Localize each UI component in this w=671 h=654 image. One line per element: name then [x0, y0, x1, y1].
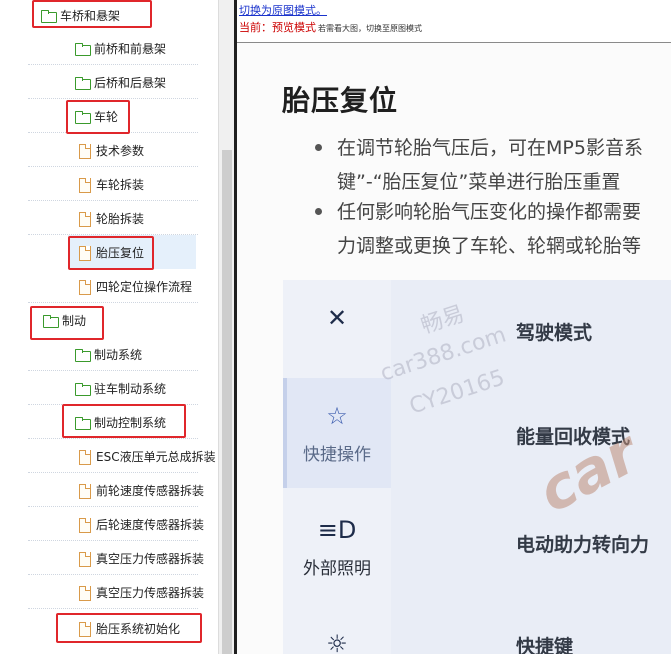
screen-item-label: 快捷操作 — [303, 445, 371, 465]
document-icon — [76, 517, 92, 533]
document-icon — [76, 143, 92, 159]
brightness-icon: ☼ — [326, 630, 348, 654]
screen-item-exterior-lights: ≡D 外部照明 — [283, 516, 391, 579]
tree-item-brake-system[interactable]: 制动系统 — [28, 337, 198, 371]
document-icon — [76, 449, 92, 465]
tree-item-label: 胎压复位 — [96, 245, 145, 260]
tree-item-label: 轮胎拆装 — [96, 211, 145, 226]
tree-item-wheels[interactable]: 车轮 — [28, 99, 198, 133]
tree-item-front-speed-sensor[interactable]: 前轮速度传感器拆装 — [28, 473, 205, 507]
bullet-2-line-2: 力调整或更换了车轮、轮辋或轮胎等 — [337, 235, 642, 257]
document-viewer: 切换为原图模式。 当前：预览模式 若需看大图，切换至原图模式 胎压复位 在调节轮胎… — [237, 0, 671, 654]
tree-item-wheel-removal[interactable]: 车轮拆装 — [28, 167, 198, 201]
tree-item-brakes[interactable]: 制动 — [42, 303, 86, 337]
tree-item-label: 前轮速度传感器拆装 — [96, 483, 205, 498]
tree-item-tire-pressure-reset[interactable]: 胎压复位 — [68, 235, 196, 269]
app-window: 车桥和悬架 前桥和前悬架 后桥和后悬架 车轮 技术参数 车轮拆装 轮胎拆装 胎压… — [0, 0, 671, 654]
tree-scrollbar[interactable] — [218, 0, 234, 654]
tree-item-brake-control[interactable]: 制动控制系统 — [28, 405, 198, 439]
tree-item-label: 车轮拆装 — [96, 177, 145, 192]
folder-icon — [74, 382, 91, 396]
document-icon — [76, 177, 92, 193]
document-icon — [76, 483, 92, 499]
bullet-1-line-2: 键”-“胎压复位”菜单进行胎压重置 — [337, 171, 621, 193]
tree-item-label: 四轮定位操作流程 — [96, 279, 193, 294]
tree-item-label: 车轮 — [94, 109, 119, 124]
bullet-1-line-1: 在调节轮胎气压后，可在MP5影音系 — [337, 137, 643, 159]
document-icon — [76, 621, 92, 637]
tree-item-label: 车桥和悬架 — [60, 8, 121, 23]
watermark-text: 畅易 — [417, 301, 468, 340]
tree-item-tpms-init[interactable]: 胎压系统初始化 — [76, 611, 180, 645]
folder-icon — [74, 42, 91, 56]
folder-icon — [74, 110, 91, 124]
tree-item-label: 胎压系统初始化 — [96, 621, 181, 636]
headlight-icon: ≡D — [317, 516, 357, 544]
tree-item-parking-brake[interactable]: 驻车制动系统 — [28, 371, 198, 405]
category-tree: 车桥和悬架 前桥和前悬架 后桥和后悬架 车轮 技术参数 车轮拆装 轮胎拆装 胎压… — [0, 0, 218, 654]
current-mode-line: 当前：预览模式 若需看大图，切换至原图模式 — [239, 19, 422, 35]
folder-icon — [74, 76, 91, 90]
tree-item-tech-params[interactable]: 技术参数 — [28, 133, 198, 167]
tree-item-label: 技术参数 — [96, 143, 145, 158]
folder-icon — [74, 348, 91, 362]
screen-row-steering: 电动助力转向力 — [516, 534, 650, 556]
tree-item-label: 后桥和后悬架 — [94, 75, 167, 90]
tree-item-axle-suspension[interactable]: 车桥和悬架 — [40, 0, 120, 30]
screen-row-shortcut: 快捷键 — [516, 636, 574, 654]
tree-item-wheel-alignment[interactable]: 四轮定位操作流程 — [28, 269, 198, 303]
tree-item-esc-unit[interactable]: ESC液压单元总成拆装 — [28, 439, 216, 473]
bullet-dot — [315, 208, 322, 215]
mode-prefix: 当前： — [239, 21, 272, 34]
folder-icon — [40, 9, 57, 23]
tree-item-label: 真空压力传感器拆装 — [96, 551, 205, 566]
folder-icon — [42, 314, 59, 328]
document-preview: 胎压复位 在调节轮胎气压后，可在MP5影音系 键”-“胎压复位”菜单进行胎压重置… — [237, 43, 671, 654]
tree-item-front-axle[interactable]: 前桥和前悬架 — [28, 31, 198, 65]
tree-item-rear-speed-sensor[interactable]: 后轮速度传感器拆装 — [28, 507, 205, 541]
screen-item-quick-ops: ☆ 快捷操作 — [283, 402, 391, 465]
tree-item-label: 驻车制动系统 — [94, 381, 167, 396]
bullet-dot — [315, 144, 322, 151]
tree-item-vacuum-sensor-2[interactable]: 真空压力传感器拆装 — [28, 575, 205, 609]
tree-item-rear-axle[interactable]: 后桥和后悬架 — [28, 65, 198, 99]
tree-item-label: 后轮速度传感器拆装 — [96, 517, 205, 532]
tree-item-label: 制动控制系统 — [94, 415, 167, 430]
screen-item-label: 外部照明 — [303, 559, 371, 579]
document-icon — [76, 279, 92, 295]
tree-item-label: 制动系统 — [94, 347, 143, 362]
document-icon — [76, 245, 92, 261]
document-icon — [76, 211, 92, 227]
screen-row-drive-mode: 驾驶模式 — [516, 322, 593, 344]
tree-item-label: 真空压力传感器拆装 — [96, 585, 205, 600]
folder-icon — [74, 416, 91, 430]
document-icon — [76, 551, 92, 567]
tree-item-label: 前桥和前悬架 — [94, 41, 167, 56]
screen-item-close: ✕ — [283, 304, 391, 332]
mode-note: 若需看大图，切换至原图模式 — [318, 24, 422, 33]
screen-item-brightness: ☼ — [283, 630, 391, 654]
tree-item-label: ESC液压单元总成拆装 — [96, 449, 216, 464]
page-title: 胎压复位 — [282, 84, 399, 117]
star-icon: ☆ — [326, 402, 348, 430]
bullet-2-line-1: 任何影响轮胎气压变化的操作都需要 — [337, 201, 642, 223]
tree-item-vacuum-sensor-1[interactable]: 真空压力传感器拆装 — [28, 541, 205, 575]
scrollbar-thumb[interactable] — [222, 150, 232, 654]
tree-item-tire-removal[interactable]: 轮胎拆装 — [28, 201, 198, 235]
close-x-icon: ✕ — [326, 304, 348, 332]
switch-original-mode-link[interactable]: 切换为原图模式。 — [239, 2, 327, 18]
document-icon — [76, 585, 92, 601]
mode-value: 预览模式 — [272, 21, 316, 34]
tree-item-label: 制动 — [62, 313, 87, 328]
